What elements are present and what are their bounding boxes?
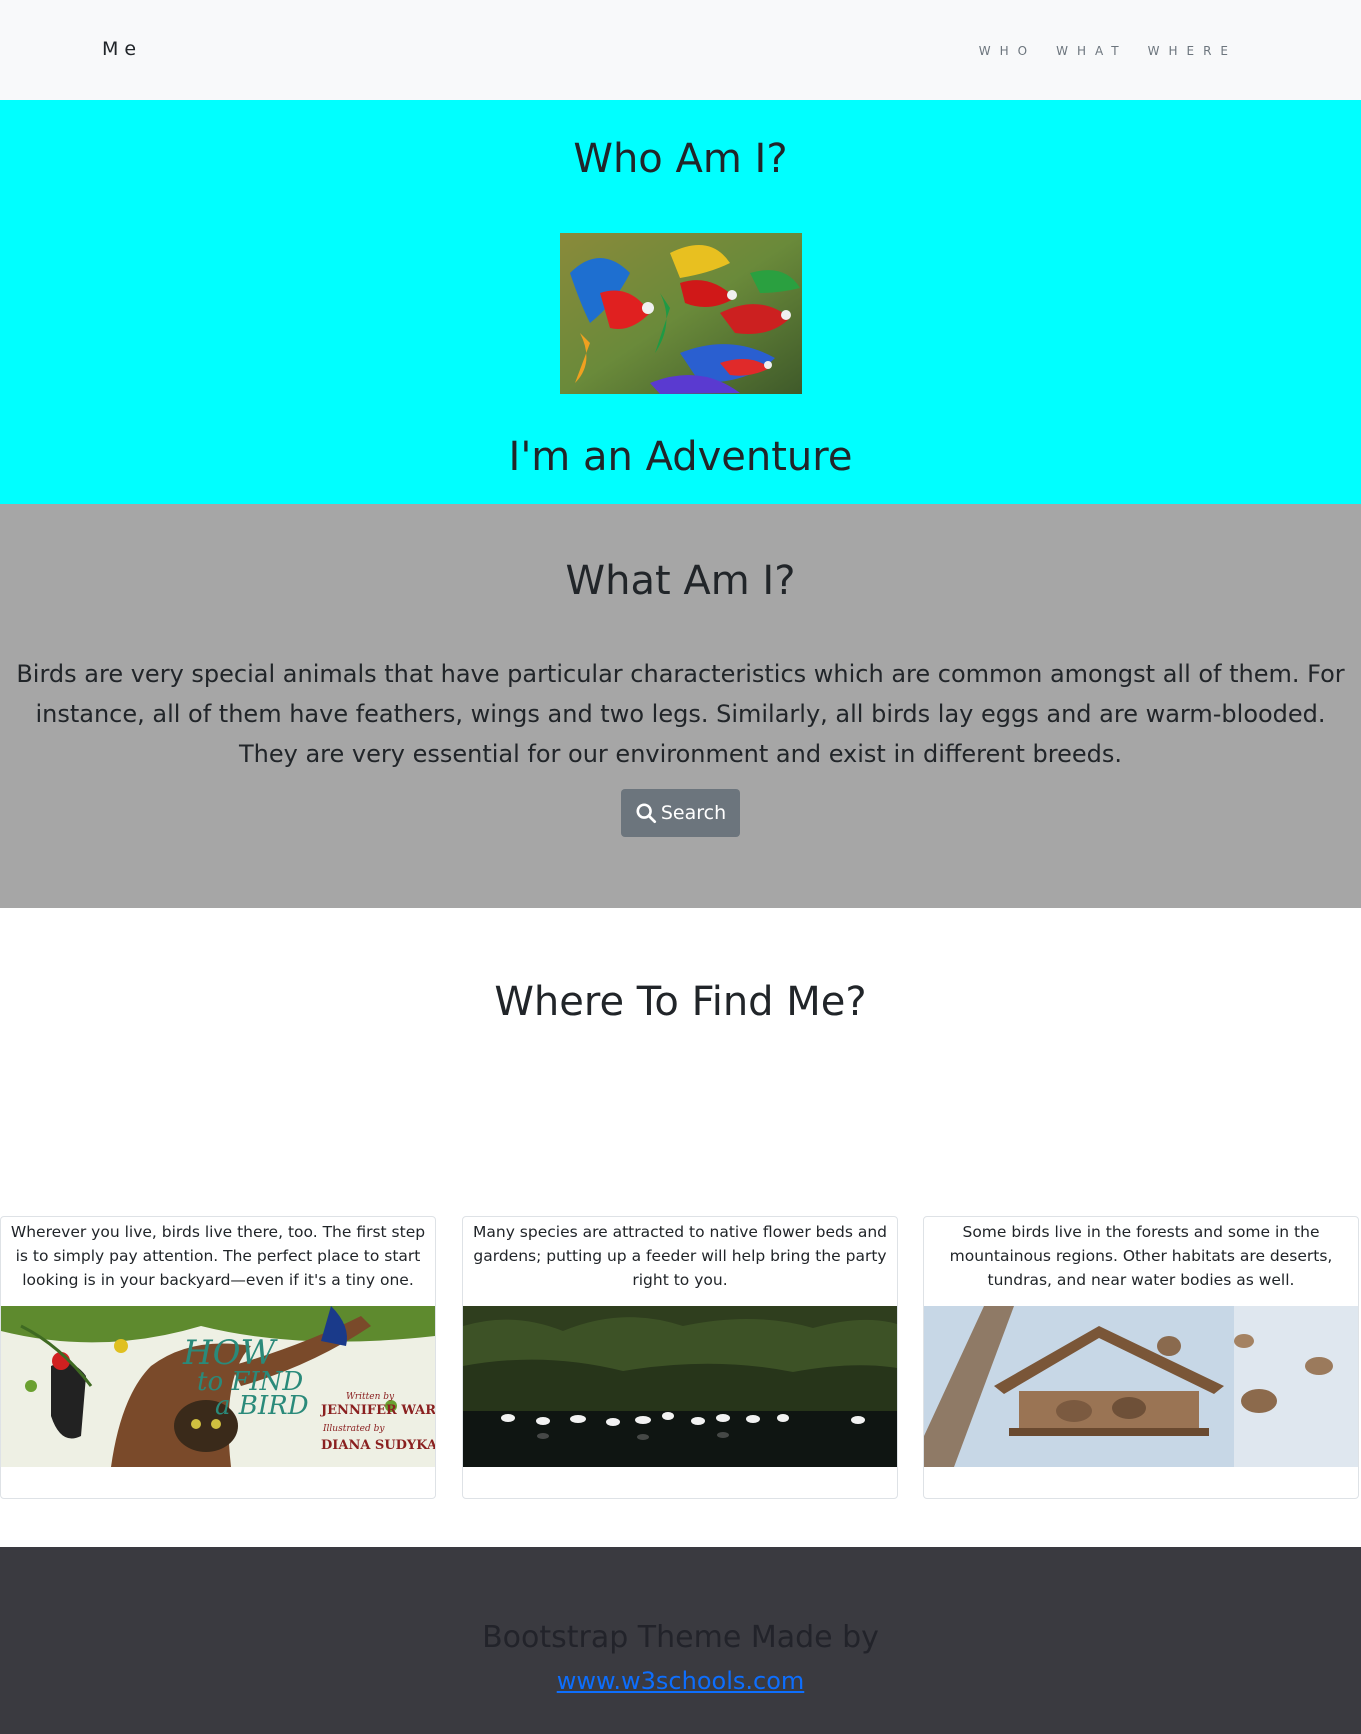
nav-link-what[interactable]: WHAT xyxy=(1056,44,1128,58)
parrots-photo xyxy=(560,233,802,394)
bird-feeder-photo xyxy=(924,1306,1358,1467)
wetland-egrets-photo xyxy=(463,1306,897,1467)
search-button-label: Search xyxy=(660,802,727,824)
how-to-find-a-bird-book-cover: HOW to FIND a BIRD Written by JENNIFER W… xyxy=(1,1306,435,1467)
cover-illustrator: DIANA SUDYKA xyxy=(321,1438,435,1453)
footer: Bootstrap Theme Made by www.w3schools.co… xyxy=(0,1547,1361,1734)
card-text: Some birds live in the forests and some … xyxy=(949,1223,1333,1289)
search-icon xyxy=(636,803,656,824)
cover-illustrated-by: Illustrated by xyxy=(322,1424,385,1434)
what-title: What Am I? xyxy=(565,558,796,604)
cover-written-by: Written by xyxy=(346,1392,395,1402)
cover-author: JENNIFER WARD xyxy=(320,1403,435,1418)
nav-link-who[interactable]: WHO xyxy=(979,44,1036,58)
who-subtitle: I'm an Adventure xyxy=(508,434,853,480)
where-card-1: Wherever you live, birds live there, too… xyxy=(0,1216,436,1499)
cover-title-line3: a BIRD xyxy=(215,1391,309,1421)
where-title: Where To Find Me? xyxy=(494,979,867,1025)
what-section: What Am I? Birds are very special animal… xyxy=(0,504,1361,908)
nav-links: WHO WHAT WHERE xyxy=(979,44,1237,58)
who-title: Who Am I? xyxy=(573,136,788,182)
where-card-3: Some birds live in the forests and some … xyxy=(923,1216,1359,1499)
card-text: Many species are attracted to native flo… xyxy=(473,1223,887,1289)
what-paragraph-line1: Birds are very special animals that have… xyxy=(16,660,1345,728)
nav-link-where[interactable]: WHERE xyxy=(1148,44,1237,58)
navbar: Me WHO WHAT WHERE xyxy=(0,0,1361,100)
what-paragraph: Birds are very special animals that have… xyxy=(6,654,1355,774)
search-button[interactable]: Search xyxy=(621,789,740,837)
who-section: Who Am I? I'm an Adventure xyxy=(0,100,1361,504)
w3schools-link[interactable]: www.w3schools.com xyxy=(0,1667,1361,1695)
brand-link[interactable]: Me xyxy=(102,38,142,60)
where-card-2: Many species are attracted to native flo… xyxy=(462,1216,898,1499)
card-text: Wherever you live, birds live there, too… xyxy=(10,1223,426,1289)
what-paragraph-line2: They are very essential for our environm… xyxy=(239,740,1122,768)
footer-credit: Bootstrap Theme Made by xyxy=(482,1620,879,1655)
